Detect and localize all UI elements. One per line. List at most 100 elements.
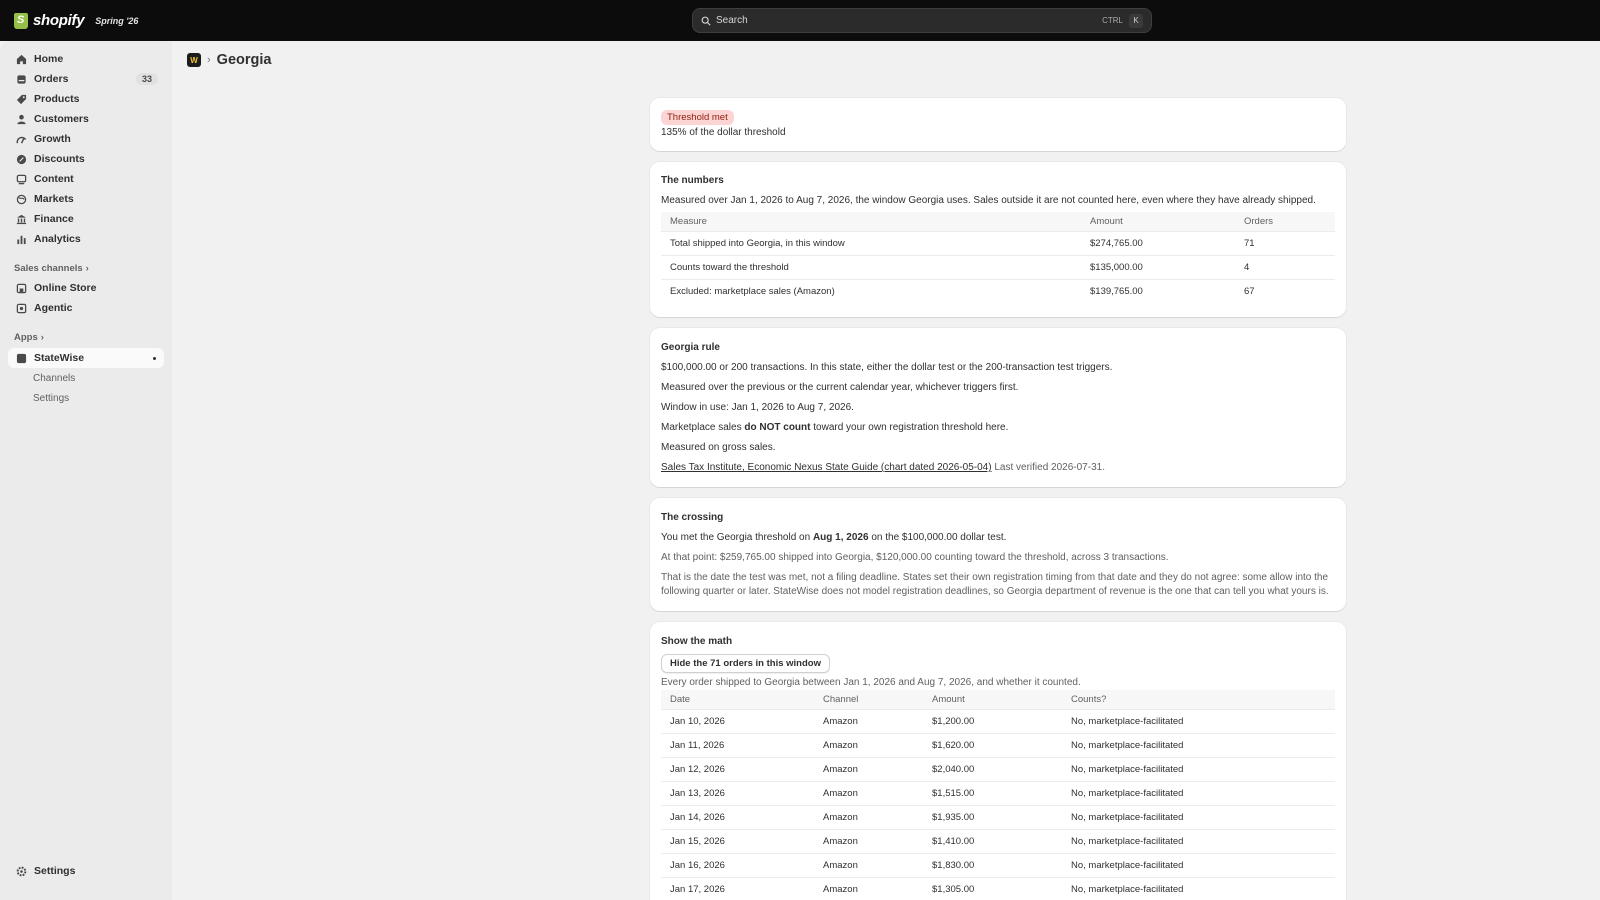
- rule-window-text: Window in use: Jan 1, 2026 to Aug 7, 202…: [661, 402, 854, 413]
- last-verified-text: Last verified 2026-07-31.: [994, 462, 1105, 473]
- search-icon: [701, 16, 711, 26]
- sidebar-item-online-store[interactable]: Online Store: [8, 278, 164, 298]
- statewise-logo-icon[interactable]: W: [187, 53, 201, 67]
- search-input[interactable]: Search CTRL K: [692, 8, 1152, 33]
- show-math-card: Show the math Hide the 71 orders in this…: [650, 622, 1346, 900]
- table-row: Jan 13, 2026 Amazon $1,515.00 No, marketpla…: [661, 780, 1335, 805]
- app-icon: [15, 352, 27, 364]
- table-row: Counts toward the threshold $135,000.00 …: [661, 254, 1335, 279]
- brand-name: shopify: [33, 12, 85, 29]
- chevron-right-icon: ›: [40, 332, 44, 343]
- amount-cell: $1,305.00: [923, 876, 1062, 900]
- growth-icon: [15, 133, 27, 145]
- date-cell: Jan 14, 2026: [661, 804, 814, 829]
- amount-cell: $139,765.00: [1081, 278, 1235, 303]
- date-cell: Jan 15, 2026: [661, 828, 814, 853]
- sidebar-item-label: Online Store: [34, 282, 97, 294]
- amount-cell: $1,410.00: [923, 828, 1062, 853]
- channel-cell: Amazon: [814, 828, 923, 853]
- sidebar-item-label: Finance: [34, 213, 74, 225]
- sidebar-item-label: Settings: [34, 865, 76, 877]
- sidebar-item-products[interactable]: Products: [8, 89, 164, 109]
- channel-cell: Amazon: [814, 756, 923, 781]
- rule-source-line: Sales Tax Institute, Economic Nexus Stat…: [661, 462, 1105, 473]
- date-cell: Jan 17, 2026: [661, 876, 814, 900]
- edition-label: Spring '26: [95, 15, 139, 26]
- column-header: Amount: [1081, 212, 1235, 231]
- chevron-right-icon: ›: [207, 54, 211, 66]
- apps-header[interactable]: Apps ›: [14, 332, 44, 343]
- table-row: Jan 11, 2026 Amazon $1,620.00 No, marketpla…: [661, 732, 1335, 757]
- sidebar-item-home[interactable]: Home: [8, 49, 164, 69]
- date-cell: Jan 16, 2026: [661, 852, 814, 877]
- numbers-card: The numbers Measured over Jan 1, 2026 to…: [650, 162, 1346, 317]
- column-header: Measure: [661, 212, 1081, 231]
- orders-cell: 67: [1235, 278, 1335, 303]
- tag-icon: [15, 93, 27, 105]
- column-header: Orders: [1235, 212, 1335, 231]
- source-link[interactable]: Sales Tax Institute, Economic Nexus Stat…: [661, 462, 992, 473]
- sidebar-item-statewise[interactable]: StateWise: [8, 348, 164, 368]
- sidebar-item-customers[interactable]: Customers: [8, 109, 164, 129]
- sales-channels-header[interactable]: Sales channels ›: [14, 263, 89, 274]
- amount-cell: $1,830.00: [923, 852, 1062, 877]
- sidebar-item-settings[interactable]: Settings: [8, 861, 164, 881]
- table-row: Jan 10, 2026 Amazon $1,200.00 No, marketpla…: [661, 708, 1335, 733]
- date-cell: Jan 12, 2026: [661, 756, 814, 781]
- bar-chart-icon: [15, 233, 27, 245]
- page-title: Georgia: [216, 52, 272, 68]
- sidebar-item-markets[interactable]: Markets: [8, 189, 164, 209]
- sidebar-item-label: StateWise: [34, 352, 85, 364]
- home-icon: [15, 53, 27, 65]
- shortcut-key: K: [1129, 13, 1143, 28]
- sidebar-subitem-channels[interactable]: Channels: [33, 373, 75, 384]
- sidebar-item-growth[interactable]: Growth: [8, 129, 164, 149]
- marketplace-text-prefix: Marketplace sales: [661, 422, 745, 433]
- amount-cell: $1,200.00: [923, 708, 1062, 733]
- breadcrumb: W › Georgia: [187, 52, 271, 68]
- pin-dot-icon: [153, 356, 156, 360]
- rule-threshold-text: $100,000.00 or 200 transactions. In this…: [661, 362, 1113, 373]
- sidebar-item-content[interactable]: Content: [8, 169, 164, 189]
- orders-cell: 4: [1235, 254, 1335, 279]
- math-description: Every order shipped to Georgia between J…: [661, 677, 1081, 688]
- counts-cell: No, marketplace-facilitated: [1062, 708, 1335, 733]
- bank-icon: [15, 213, 27, 225]
- shopify-logo[interactable]: shopify Spring '26: [14, 12, 138, 29]
- threshold-percentage-text: 135% of the dollar threshold: [661, 127, 786, 138]
- sidebar-item-label: Discounts: [34, 153, 85, 165]
- crossing-text-suffix: on the $100,000.00 dollar test.: [868, 532, 1007, 543]
- sidebar-item-analytics[interactable]: Analytics: [8, 229, 164, 249]
- sidebar-subitem-settings[interactable]: Settings: [33, 393, 69, 404]
- rule-gross-sales-text: Measured on gross sales.: [661, 442, 776, 453]
- crossing-point-text: At that point: $259,765.00 shipped into …: [661, 552, 1169, 563]
- measure-cell: Counts toward the threshold: [661, 254, 1081, 279]
- toggle-orders-button[interactable]: Hide the 71 orders in this window: [661, 654, 830, 673]
- sidebar-item-discounts[interactable]: Discounts: [8, 149, 164, 169]
- globe-icon: [15, 193, 27, 205]
- sales-channels-label: Sales channels: [14, 263, 83, 274]
- crossing-text-prefix: You met the Georgia threshold on: [661, 532, 813, 543]
- sidebar-item-finance[interactable]: Finance: [8, 209, 164, 229]
- sidebar-item-label: Customers: [34, 113, 89, 125]
- channel-cell: Amazon: [814, 804, 923, 829]
- rule-marketplace-text: Marketplace sales do NOT count toward yo…: [661, 422, 1008, 433]
- person-icon: [15, 113, 27, 125]
- agent-icon: [15, 302, 27, 314]
- sidebar-item-label: Growth: [34, 133, 71, 145]
- gear-icon: [15, 865, 27, 877]
- table-header-row: Date Channel Amount Counts?: [661, 690, 1335, 709]
- crossing-card: The crossing You met the Georgia thresho…: [650, 498, 1346, 611]
- sidebar-item-label: Home: [34, 53, 64, 65]
- column-header: Channel: [814, 690, 923, 709]
- counts-cell: No, marketplace-facilitated: [1062, 756, 1335, 781]
- channel-cell: Amazon: [814, 852, 923, 877]
- sidebar-item-orders[interactable]: Orders 33: [8, 69, 164, 89]
- content-icon: [15, 173, 27, 185]
- orders-cell: 71: [1235, 230, 1335, 255]
- sidebar-item-label: Content: [34, 173, 74, 185]
- crossing-note-line-2: following quarter or later. StateWise do…: [661, 586, 1329, 597]
- counts-cell: No, marketplace-facilitated: [1062, 780, 1335, 805]
- measure-cell: Total shipped into Georgia, in this wind…: [661, 230, 1081, 255]
- sidebar-item-agentic[interactable]: Agentic: [8, 298, 164, 318]
